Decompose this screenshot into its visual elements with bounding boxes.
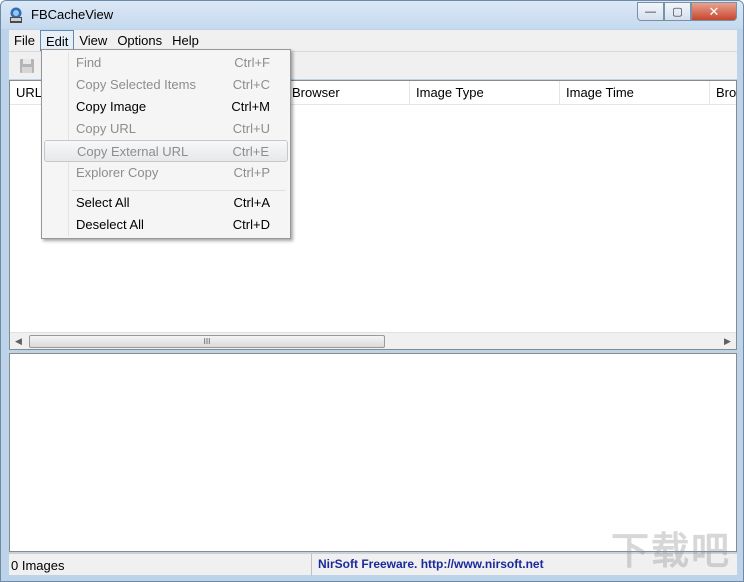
title-bar[interactable]: FBCacheView — ▢ ✕: [1, 1, 743, 29]
menu-options[interactable]: Options: [112, 30, 167, 51]
column-image-time[interactable]: Image Time: [560, 81, 710, 105]
menu-item-copy-image[interactable]: Copy Image Ctrl+M: [44, 96, 288, 118]
menu-view[interactable]: View: [74, 30, 112, 51]
window-title: FBCacheView: [31, 7, 114, 22]
minimize-button[interactable]: —: [637, 2, 664, 21]
menu-separator: [72, 190, 286, 191]
window-controls: — ▢ ✕: [637, 2, 737, 21]
column-image-type[interactable]: Image Type: [410, 81, 560, 105]
status-image-count: 0 Images: [11, 558, 65, 573]
save-icon[interactable]: [19, 58, 35, 74]
horizontal-scrollbar[interactable]: ◀ III ▶: [10, 332, 736, 349]
menu-file[interactable]: File: [9, 30, 40, 51]
menu-item-select-all[interactable]: Select All Ctrl+A: [44, 192, 288, 214]
scroll-right-icon[interactable]: ▶: [719, 333, 736, 349]
maximize-button[interactable]: ▢: [664, 2, 691, 21]
edit-menu-dropdown: Find Ctrl+F Copy Selected Items Ctrl+C Cop…: [41, 49, 291, 239]
menu-item-explorer-copy: Explorer Copy Ctrl+P: [76, 165, 270, 180]
menu-item-find: Find Ctrl+F: [76, 55, 270, 70]
scroll-thumb[interactable]: III: [29, 335, 385, 348]
column-browser[interactable]: Browser: [292, 81, 410, 105]
menu-edit[interactable]: Edit: [39, 30, 75, 51]
menu-bar: File Edit View Options Help: [9, 30, 737, 51]
menu-item-copy-selected-items: Copy Selected Items Ctrl+C: [76, 77, 270, 92]
menu-item-copy-url: Copy URL Ctrl+U: [76, 121, 270, 136]
close-button[interactable]: ✕: [691, 2, 737, 21]
column-browser-2[interactable]: Bro: [710, 81, 736, 105]
app-icon: [10, 7, 22, 23]
menu-help[interactable]: Help: [167, 30, 204, 51]
menu-item-copy-external-url: Copy External URL Ctrl+E: [44, 140, 288, 162]
menu-item-deselect-all[interactable]: Deselect All Ctrl+D: [44, 214, 288, 236]
watermark-logo: 下载吧: [610, 529, 731, 573]
scroll-left-icon[interactable]: ◀: [10, 333, 27, 349]
